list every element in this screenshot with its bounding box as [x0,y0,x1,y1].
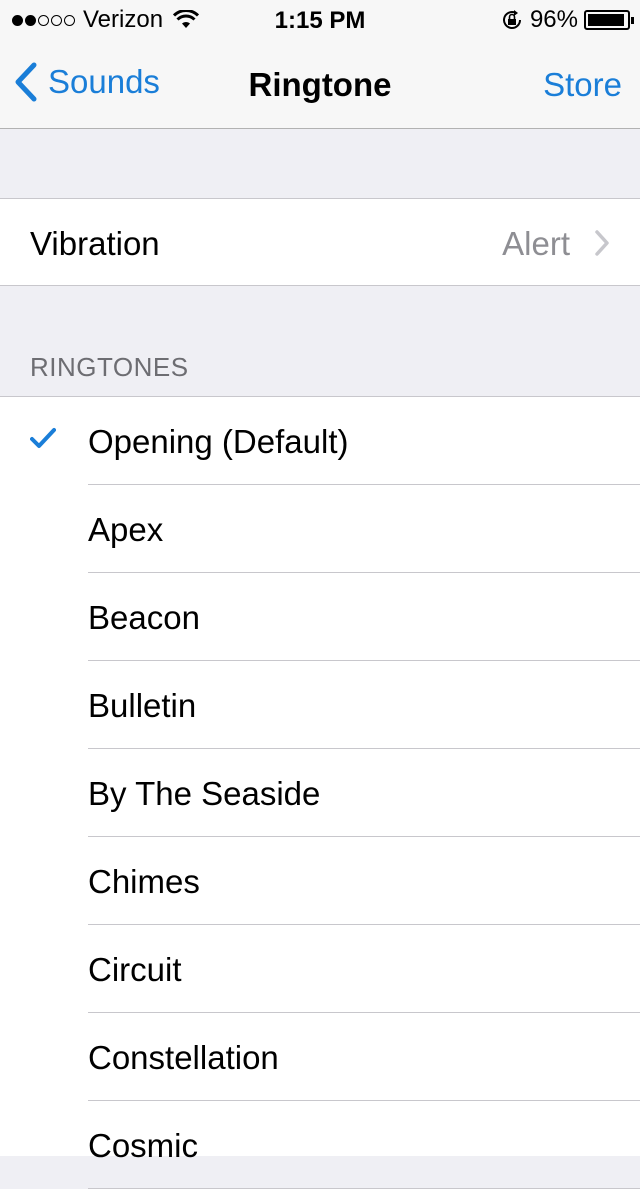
chevron-left-icon [14,62,38,102]
ringtone-row[interactable]: Beacon [0,573,640,661]
battery-icon [584,10,630,30]
ringtone-label: Bulletin [88,687,196,725]
ringtone-label: Opening (Default) [88,423,348,461]
back-button[interactable]: Sounds [14,62,160,102]
ringtone-label: Circuit [88,951,182,989]
ringtone-label: Apex [88,511,163,549]
ringtone-label: By The Seaside [88,775,320,813]
vibration-row[interactable]: Vibration Alert [0,198,640,286]
battery-nub [631,17,634,24]
ringtone-label: Constellation [88,1039,279,1077]
ringtone-row[interactable]: Chimes [0,837,640,925]
ringtone-row[interactable]: Constellation [0,1013,640,1101]
ringtone-label: Beacon [88,599,200,637]
rotation-lock-icon [500,8,524,32]
ringtone-row[interactable]: Opening (Default) [0,397,640,485]
status-right: 96% [500,6,630,34]
checkmark-icon [30,427,56,449]
ringtone-list: Opening (Default) Apex Beacon Bulletin By Th… [0,396,640,1156]
status-bar: Verizon 1:15 PM 96% [0,0,640,40]
battery-percent: 96% [530,6,578,34]
store-button[interactable]: Store [543,66,622,104]
ringtone-row[interactable]: By The Seaside [0,749,640,837]
ringtone-row[interactable]: Circuit [0,925,640,1013]
ringtone-row[interactable]: Bulletin [0,661,640,749]
vibration-label: Vibration [30,225,160,263]
ringtone-label: Chimes [88,863,200,901]
back-button-label: Sounds [48,63,160,101]
navigation-bar: Sounds Ringtone Store [0,40,640,129]
ringtone-row[interactable]: Apex [0,485,640,573]
ringtone-row[interactable]: Cosmic [0,1101,640,1189]
chevron-right-icon [594,229,610,257]
ringtone-label: Cosmic [88,1127,198,1165]
ringtones-section-header: RINGTONES [30,352,189,383]
vibration-value: Alert [502,225,570,263]
battery-fill [588,14,624,26]
